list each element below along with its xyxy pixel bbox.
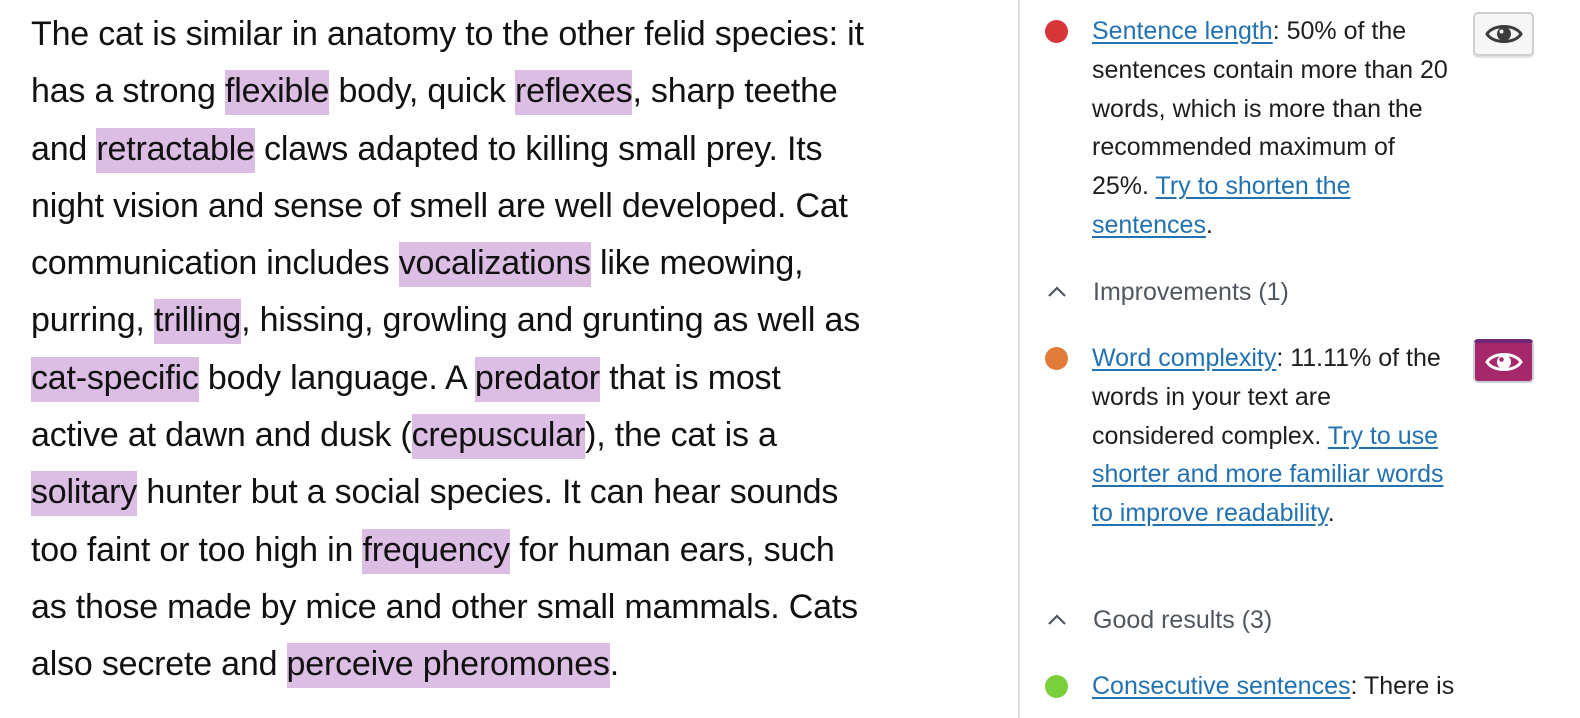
- text-segment: night vision and sense of smell are well…: [31, 186, 848, 225]
- text-segment: hunter but a social species. It can hear…: [137, 473, 839, 512]
- text-line: solitary hunter but a social species. It…: [31, 464, 864, 521]
- result-text: Consecutive sentences: There is: [1092, 667, 1532, 706]
- text-segment: also secrete and: [31, 645, 287, 684]
- highlight-toggle-button[interactable]: [1473, 12, 1534, 56]
- text-segment: , hissing, growling and grunting as well…: [241, 301, 860, 340]
- text-line: and retractable claws adapted to killing…: [31, 121, 864, 178]
- eye-icon: [1484, 353, 1523, 371]
- text-segment: claws adapted to killing small prey. Its: [254, 129, 823, 168]
- status-dot-bad: [1045, 20, 1068, 43]
- result-text: Word complexity: 11.11% of the words in …: [1092, 339, 1452, 533]
- complex-word-highlight: retractable: [96, 127, 255, 173]
- text-segment: has a strong: [31, 72, 225, 111]
- result-description: : There is: [1350, 672, 1455, 700]
- chevron-up-icon: [1048, 286, 1066, 297]
- consecutive-sentences-link[interactable]: Consecutive sentences: [1092, 672, 1350, 700]
- good-results-section-toggle[interactable]: Good results (3): [1045, 600, 1272, 640]
- improvements-section-label: Improvements (1): [1093, 277, 1289, 306]
- complex-word-highlight: trilling: [153, 299, 241, 345]
- trailing-punctuation: .: [1327, 499, 1335, 528]
- text-segment: communication includes: [31, 244, 399, 283]
- complex-word-highlight: crepuscular: [411, 414, 585, 460]
- improvements-section-toggle[interactable]: Improvements (1): [1045, 272, 1289, 312]
- text-segment: like meowing,: [590, 244, 804, 283]
- text-line: active at dawn and dusk (crepuscular), t…: [31, 407, 864, 464]
- text-segment: as those made by mice and other small ma…: [31, 587, 858, 626]
- text-line: cat-specific body language. A predator t…: [31, 350, 864, 407]
- text-segment: too faint or too high in: [31, 530, 363, 569]
- text-segment: , sharp teethe: [632, 72, 838, 111]
- complex-word-highlight: flexible: [224, 70, 329, 116]
- text-segment: body language. A: [198, 358, 475, 397]
- text-segment: active at dawn and dusk (: [31, 416, 412, 455]
- text-segment: for human ears, such: [509, 530, 835, 569]
- complex-word-highlight: vocalizations: [398, 242, 591, 288]
- result-text: Sentence length: 50% of the sentences co…: [1092, 12, 1452, 245]
- text-line: also secrete and perceive pheromones.: [31, 636, 864, 693]
- text-line: The cat is similar in anatomy to the oth…: [31, 6, 864, 63]
- readability-sidebar: Sentence length: 50% of the sentences co…: [1020, 0, 1580, 718]
- text-segment: and: [31, 129, 97, 168]
- complex-word-highlight: reflexes: [514, 70, 633, 116]
- trailing-punctuation: .: [1205, 210, 1213, 239]
- complex-word-highlight: solitary: [31, 471, 137, 517]
- text-segment: body, quick: [329, 72, 515, 111]
- status-dot-good: [1045, 675, 1068, 698]
- chevron-up-icon: [1048, 614, 1066, 625]
- text-line: night vision and sense of smell are well…: [31, 178, 864, 235]
- text-line: has a strong flexible body, quick reflex…: [31, 63, 864, 120]
- complex-word-highlight: frequency: [362, 528, 510, 574]
- good-results-section-label: Good results (3): [1093, 605, 1273, 634]
- text-segment: .: [609, 645, 619, 684]
- text-segment: purring,: [31, 301, 154, 340]
- text-line: purring, trilling, hissing, growling and…: [31, 292, 864, 349]
- word-complexity-link[interactable]: Word complexity: [1092, 344, 1276, 372]
- editor-content[interactable]: The cat is similar in anatomy to the oth…: [0, 0, 1019, 718]
- text-line: too faint or too high in frequency for h…: [31, 522, 864, 579]
- text-segment: The cat is similar in anatomy to the oth…: [31, 15, 864, 53]
- complex-word-highlight: perceive pheromones: [286, 643, 610, 689]
- paragraph-block[interactable]: The cat is similar in anatomy to the oth…: [31, 6, 864, 694]
- text-segment: that is most: [599, 358, 781, 397]
- text-line: communication includes vocalizations lik…: [31, 235, 864, 292]
- status-dot-ok: [1045, 347, 1068, 370]
- text-line: as those made by mice and other small ma…: [31, 579, 864, 636]
- sentence-length-link[interactable]: Sentence length: [1092, 17, 1273, 45]
- complex-word-highlight: predator: [474, 356, 600, 402]
- text-segment: ), the cat is a: [585, 416, 777, 455]
- complex-word-highlight: cat-specific: [31, 356, 199, 402]
- highlight-toggle-button-active[interactable]: [1473, 339, 1534, 383]
- eye-icon: [1484, 25, 1523, 43]
